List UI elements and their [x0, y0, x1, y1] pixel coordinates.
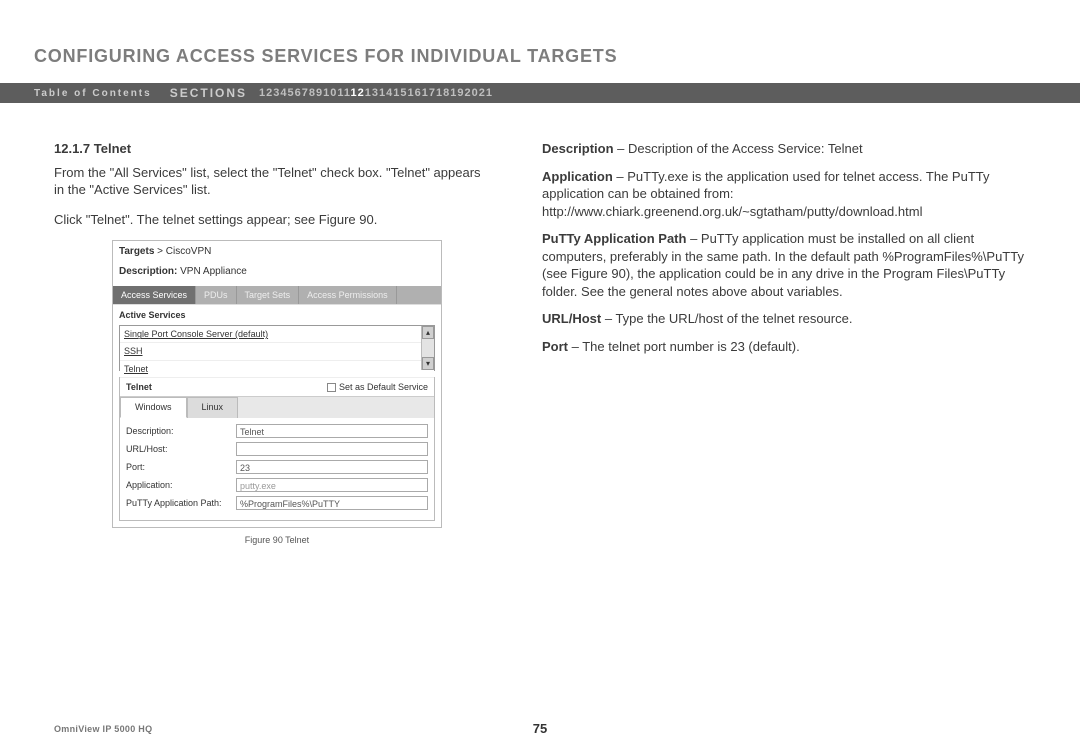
section-link-20[interactable]: 20 — [464, 87, 478, 99]
section-link-6[interactable]: 6 — [295, 87, 302, 99]
desc-block: Description – Description of the Access … — [542, 140, 1035, 158]
desc-block: PuTTy Application Path – PuTTy applicati… — [542, 230, 1035, 300]
left-column: 12.1.7 Telnet From the "All Services" li… — [54, 140, 494, 546]
form-row: PuTTy Application Path:%ProgramFiles%\Pu… — [126, 496, 428, 510]
form-row: Port:23 — [126, 460, 428, 474]
os-tab-windows[interactable]: Windows — [120, 397, 187, 417]
fig-tabs: Access ServicesPDUsTarget SetsAccess Per… — [113, 286, 441, 304]
telnet-settings-panel: Telnet Set as Default Service WindowsLin… — [119, 377, 435, 520]
section-link-7[interactable]: 7 — [302, 87, 309, 99]
paragraph: Click "Telnet". The telnet settings appe… — [54, 211, 494, 229]
list-item[interactable]: SSH — [120, 343, 434, 360]
desc-block: Port – The telnet port number is 23 (def… — [542, 338, 1035, 356]
active-services-list[interactable]: Single Port Console Server (default)SSHT… — [119, 325, 435, 371]
form-label: URL/Host: — [126, 443, 236, 455]
sections-label: SECTIONS — [170, 86, 247, 100]
section-link-21[interactable]: 21 — [479, 87, 493, 99]
scroll-up-icon[interactable]: ▴ — [422, 326, 434, 339]
target-description: Description: VPN Appliance — [113, 263, 441, 287]
form-label: Description: — [126, 425, 236, 437]
section-link-4[interactable]: 4 — [280, 87, 287, 99]
breadcrumb-current: CiscoVPN — [166, 246, 212, 257]
form-label: Application: — [126, 479, 236, 491]
section-link-18[interactable]: 18 — [436, 87, 450, 99]
tab-access-permissions[interactable]: Access Permissions — [299, 286, 397, 304]
section-link-17[interactable]: 17 — [422, 87, 436, 99]
form-input[interactable]: Telnet — [236, 424, 428, 438]
breadcrumb-root[interactable]: Targets — [119, 246, 154, 257]
scroll-down-icon[interactable]: ▾ — [422, 357, 434, 370]
section-link-13[interactable]: 13 — [365, 87, 379, 99]
figure-caption: Figure 90 Telnet — [112, 534, 442, 546]
form-row: URL/Host: — [126, 442, 428, 456]
breadcrumb: Targets > CiscoVPN — [113, 241, 441, 263]
page-title: CONFIGURING ACCESS SERVICES FOR INDIVIDU… — [34, 46, 617, 67]
tab-access-services[interactable]: Access Services — [113, 286, 196, 304]
form-table: Description:TelnetURL/Host:Port:23Applic… — [120, 418, 434, 520]
tab-pdus[interactable]: PDUs — [196, 286, 237, 304]
form-input[interactable]: %ProgramFiles%\PuTTY — [236, 496, 428, 510]
form-input[interactable]: 23 — [236, 460, 428, 474]
tab-target-sets[interactable]: Target Sets — [237, 286, 300, 304]
form-row: Description:Telnet — [126, 424, 428, 438]
section-link-15[interactable]: 15 — [393, 87, 407, 99]
section-link-11[interactable]: 11 — [337, 87, 350, 99]
desc-block: Application – PuTTy.exe is the applicati… — [542, 168, 1035, 221]
section-link-5[interactable]: 5 — [288, 87, 295, 99]
active-services-label: Active Services — [113, 304, 441, 325]
section-link-14[interactable]: 14 — [379, 87, 393, 99]
os-tab-linux[interactable]: Linux — [187, 397, 239, 417]
form-input[interactable]: putty.exe — [236, 478, 428, 492]
form-label: PuTTy Application Path: — [126, 497, 236, 509]
section-link-16[interactable]: 16 — [407, 87, 421, 99]
right-column: Description – Description of the Access … — [542, 140, 1035, 546]
footer-product: OmniView IP 5000 HQ — [54, 724, 152, 734]
form-label: Port: — [126, 461, 236, 473]
figure-90: Targets > CiscoVPN Description: VPN Appl… — [112, 240, 442, 546]
sections-nav: Table of Contents SECTIONS 1234567891011… — [0, 83, 1080, 103]
set-default-checkbox[interactable]: Set as Default Service — [327, 381, 428, 393]
os-tabs: WindowsLinux — [120, 397, 434, 417]
form-input[interactable] — [236, 442, 428, 456]
section-link-19[interactable]: 19 — [450, 87, 464, 99]
list-item[interactable]: Single Port Console Server (default) — [120, 326, 434, 343]
desc-block: URL/Host – Type the URL/host of the teln… — [542, 310, 1035, 328]
section-link-12[interactable]: 12 — [350, 87, 364, 99]
section-link-10[interactable]: 10 — [323, 87, 337, 99]
panel-title: Telnet — [126, 381, 152, 393]
list-item[interactable]: Telnet — [120, 361, 434, 378]
section-heading: 12.1.7 Telnet — [54, 140, 494, 158]
form-row: Application:putty.exe — [126, 478, 428, 492]
page-number: 75 — [533, 721, 547, 736]
section-link-8[interactable]: 8 — [309, 87, 316, 99]
scrollbar[interactable]: ▴ ▾ — [421, 326, 434, 370]
paragraph: From the "All Services" list, select the… — [54, 164, 494, 199]
toc-link[interactable]: Table of Contents — [34, 88, 152, 99]
